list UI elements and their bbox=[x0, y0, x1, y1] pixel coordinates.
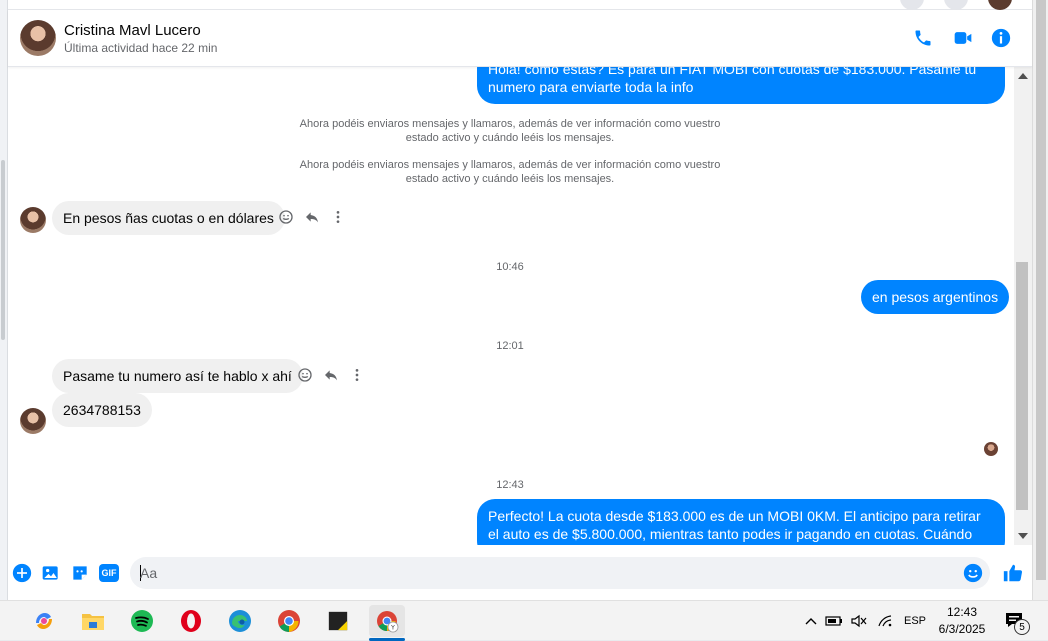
sticky-notes-icon[interactable] bbox=[320, 605, 356, 637]
info-icon[interactable] bbox=[989, 26, 1013, 50]
top-avatar[interactable] bbox=[988, 0, 1012, 10]
timestamp: 12:01 bbox=[496, 340, 524, 352]
contact-name[interactable]: Cristina Mavl Lucero bbox=[64, 22, 201, 39]
page-scroll-thumb[interactable] bbox=[1036, 0, 1046, 580]
message-outgoing[interactable]: en pesos argentinos bbox=[861, 280, 1010, 314]
chat-header: Cristina Mavl Lucero Última actividad ha… bbox=[8, 10, 1032, 67]
like-icon[interactable] bbox=[1000, 560, 1026, 586]
chrome-icon[interactable] bbox=[271, 605, 307, 637]
clock[interactable]: 12:43 6/3/2025 bbox=[930, 604, 994, 638]
chat-scrollbar[interactable] bbox=[1014, 67, 1032, 545]
contact-avatar[interactable] bbox=[20, 20, 56, 56]
reaction-icon[interactable] bbox=[295, 365, 315, 385]
chat-window: Cristina Mavl Lucero Última actividad ha… bbox=[8, 10, 1032, 600]
more-options-icon[interactable] bbox=[347, 365, 367, 385]
message-outgoing[interactable]: Perfecto! La cuota desde $183.000 es de … bbox=[477, 499, 1005, 545]
reply-icon[interactable] bbox=[302, 207, 322, 227]
timestamp: 10:46 bbox=[496, 261, 524, 273]
contact-avatar-small[interactable] bbox=[20, 408, 46, 434]
edge-icon[interactable] bbox=[222, 605, 258, 637]
page-scrollbar[interactable] bbox=[1032, 0, 1048, 600]
file-explorer-icon[interactable] bbox=[75, 605, 111, 637]
language-indicator[interactable]: ESP bbox=[898, 615, 932, 627]
more-options-icon[interactable] bbox=[328, 207, 348, 227]
reply-icon[interactable] bbox=[321, 365, 341, 385]
top-button-icon[interactable] bbox=[900, 0, 924, 10]
video-call-icon[interactable] bbox=[951, 26, 975, 50]
message-list[interactable]: Hola! como estas? Es para un FIAT MOBI c… bbox=[8, 67, 1014, 545]
timestamp: 12:43 bbox=[496, 479, 524, 491]
message-outgoing[interactable]: Hola! como estas? Es para un FIAT MOBI c… bbox=[477, 67, 1005, 104]
plus-icon[interactable] bbox=[11, 562, 33, 584]
taskbar: Y ESP 12:43 6/3/2025 5 bbox=[0, 600, 1048, 641]
scroll-down-icon[interactable] bbox=[1018, 533, 1028, 539]
svg-text:Y: Y bbox=[390, 625, 395, 632]
contact-avatar-small[interactable] bbox=[20, 207, 46, 233]
gif-label: GIF bbox=[99, 564, 119, 582]
message-input-box[interactable] bbox=[130, 557, 990, 589]
notification-icon[interactable]: 5 bbox=[1004, 611, 1032, 635]
top-button-icon[interactable] bbox=[944, 0, 968, 10]
gif-icon[interactable]: GIF bbox=[98, 562, 120, 584]
background-scroll-thumb bbox=[1, 160, 5, 340]
seen-avatar bbox=[984, 442, 998, 456]
chrome-profile-icon[interactable]: Y bbox=[369, 605, 405, 637]
system-tray: ESP bbox=[800, 601, 932, 641]
photo-icon[interactable] bbox=[40, 562, 62, 584]
opera-icon[interactable] bbox=[173, 605, 209, 637]
scroll-thumb[interactable] bbox=[1016, 262, 1028, 510]
battery-icon[interactable] bbox=[822, 615, 846, 627]
composer: GIF bbox=[8, 557, 1032, 589]
system-notice: Ahora podéis enviaros mensajes y llamaro… bbox=[299, 159, 721, 185]
contact-status: Última actividad hace 22 min bbox=[64, 41, 218, 55]
clock-date: 6/3/2025 bbox=[938, 622, 986, 636]
sticker-icon[interactable] bbox=[69, 562, 91, 584]
emoji-icon[interactable] bbox=[962, 562, 984, 584]
copilot-icon[interactable] bbox=[26, 605, 62, 637]
clock-time: 12:43 bbox=[946, 605, 978, 619]
scroll-up-icon[interactable] bbox=[1018, 73, 1028, 79]
message-actions bbox=[276, 207, 348, 227]
notification-count: 5 bbox=[1014, 619, 1030, 635]
background-page bbox=[0, 0, 8, 600]
wifi-icon[interactable] bbox=[872, 614, 898, 628]
message-incoming[interactable]: Pasame tu numero así te hablo x ahí bbox=[52, 359, 303, 393]
screen: Cristina Mavl Lucero Última actividad ha… bbox=[0, 0, 1048, 641]
phone-icon[interactable] bbox=[911, 26, 935, 50]
spotify-icon[interactable] bbox=[124, 605, 160, 637]
message-incoming[interactable]: 2634788153 bbox=[52, 393, 152, 427]
browser-top-strip bbox=[8, 0, 1032, 10]
message-input[interactable] bbox=[140, 563, 940, 583]
chevron-up-icon[interactable] bbox=[800, 616, 822, 626]
reaction-icon[interactable] bbox=[276, 207, 296, 227]
system-notice: Ahora podéis enviaros mensajes y llamaro… bbox=[299, 118, 721, 144]
muted-speaker-icon[interactable] bbox=[846, 614, 872, 628]
message-actions bbox=[295, 365, 367, 385]
message-incoming[interactable]: En pesos ñas cuotas o en dólares bbox=[52, 201, 285, 235]
